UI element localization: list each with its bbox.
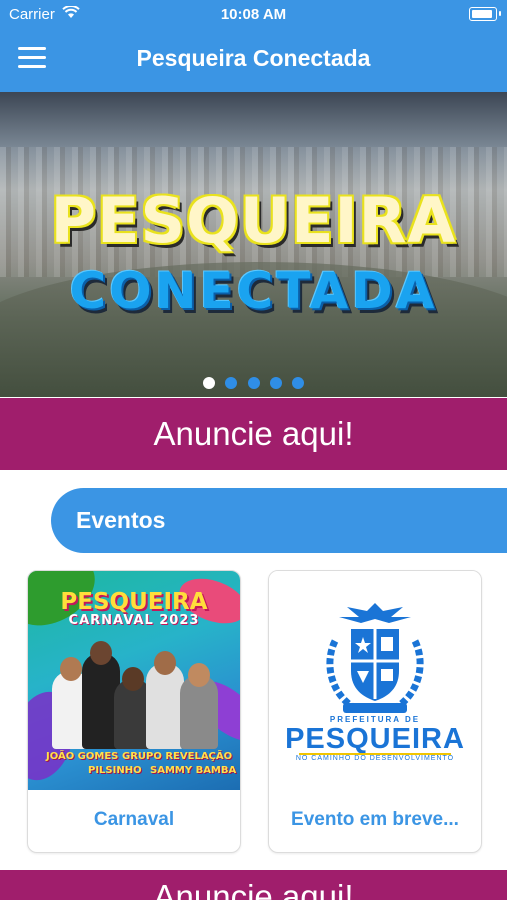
event-card-label: Carnaval: [93, 809, 175, 830]
carousel-pagination: [0, 376, 507, 394]
artist-name: SAMMY BAMBA: [150, 765, 237, 776]
carousel-dot[interactable]: [225, 377, 238, 389]
poster-subtitle: CARNAVAL 2023: [68, 613, 200, 628]
carousel-dot[interactable]: [202, 377, 215, 389]
status-bar: Carrier 10:08 AM: [0, 0, 507, 28]
banner-title-line1: PESQUEIRA: [50, 184, 457, 257]
artist-name: GRUPO REVELAÇÃO: [122, 751, 233, 762]
carnaval-poster-image: PESQUEIRA CARNAVAL 2023 JOÃO GOMES GRUPO…: [28, 571, 240, 790]
logo-tagline: NO CAMINHO DO DESENVOLVIMENTO: [295, 755, 455, 762]
poster-artists-photo: [52, 639, 222, 749]
clock: 10:08 AM: [220, 6, 287, 23]
banner-carousel[interactable]: PESQUEIRA CONECTADA: [0, 92, 507, 397]
poster-title: PESQUEIRA: [60, 589, 208, 615]
banner-title-line2: CONECTADA: [69, 262, 438, 320]
carousel-dot[interactable]: [247, 377, 260, 389]
battery-icon: [469, 7, 497, 21]
logo-big-text: PESQUEIRA: [285, 723, 465, 755]
battery-tip: [499, 11, 501, 16]
page-title: Pesqueira Conectada: [136, 45, 371, 71]
artist-name: JOÃO GOMES: [46, 751, 119, 762]
artist-name: PILSINHO: [88, 765, 142, 776]
carousel-dot[interactable]: [269, 377, 282, 389]
event-card-label: Evento em breve...: [291, 809, 459, 830]
prefeitura-logo-image: PREFEITURA DE PESQUEIRA NO CAMINHO DO DE…: [269, 571, 481, 790]
top-bar: Carrier 10:08 AM Pesqueira Conectada: [0, 0, 507, 92]
navigation-bar: Pesqueira Conectada: [0, 28, 507, 92]
event-card-coming-soon[interactable]: PREFEITURA DE PESQUEIRA NO CAMINHO DO DE…: [268, 570, 482, 853]
section-header-events: Eventos: [51, 488, 507, 553]
coat-of-arms-icon: [326, 603, 424, 713]
section-title: Eventos: [76, 507, 166, 533]
ad-banner[interactable]: Anuncie aqui!: [0, 870, 507, 900]
event-card-carnaval[interactable]: PESQUEIRA CARNAVAL 2023 JOÃO GOMES GRUPO…: [27, 570, 241, 853]
carousel-dot[interactable]: [292, 377, 305, 389]
ad-banner[interactable]: Anuncie aqui!: [0, 398, 507, 470]
